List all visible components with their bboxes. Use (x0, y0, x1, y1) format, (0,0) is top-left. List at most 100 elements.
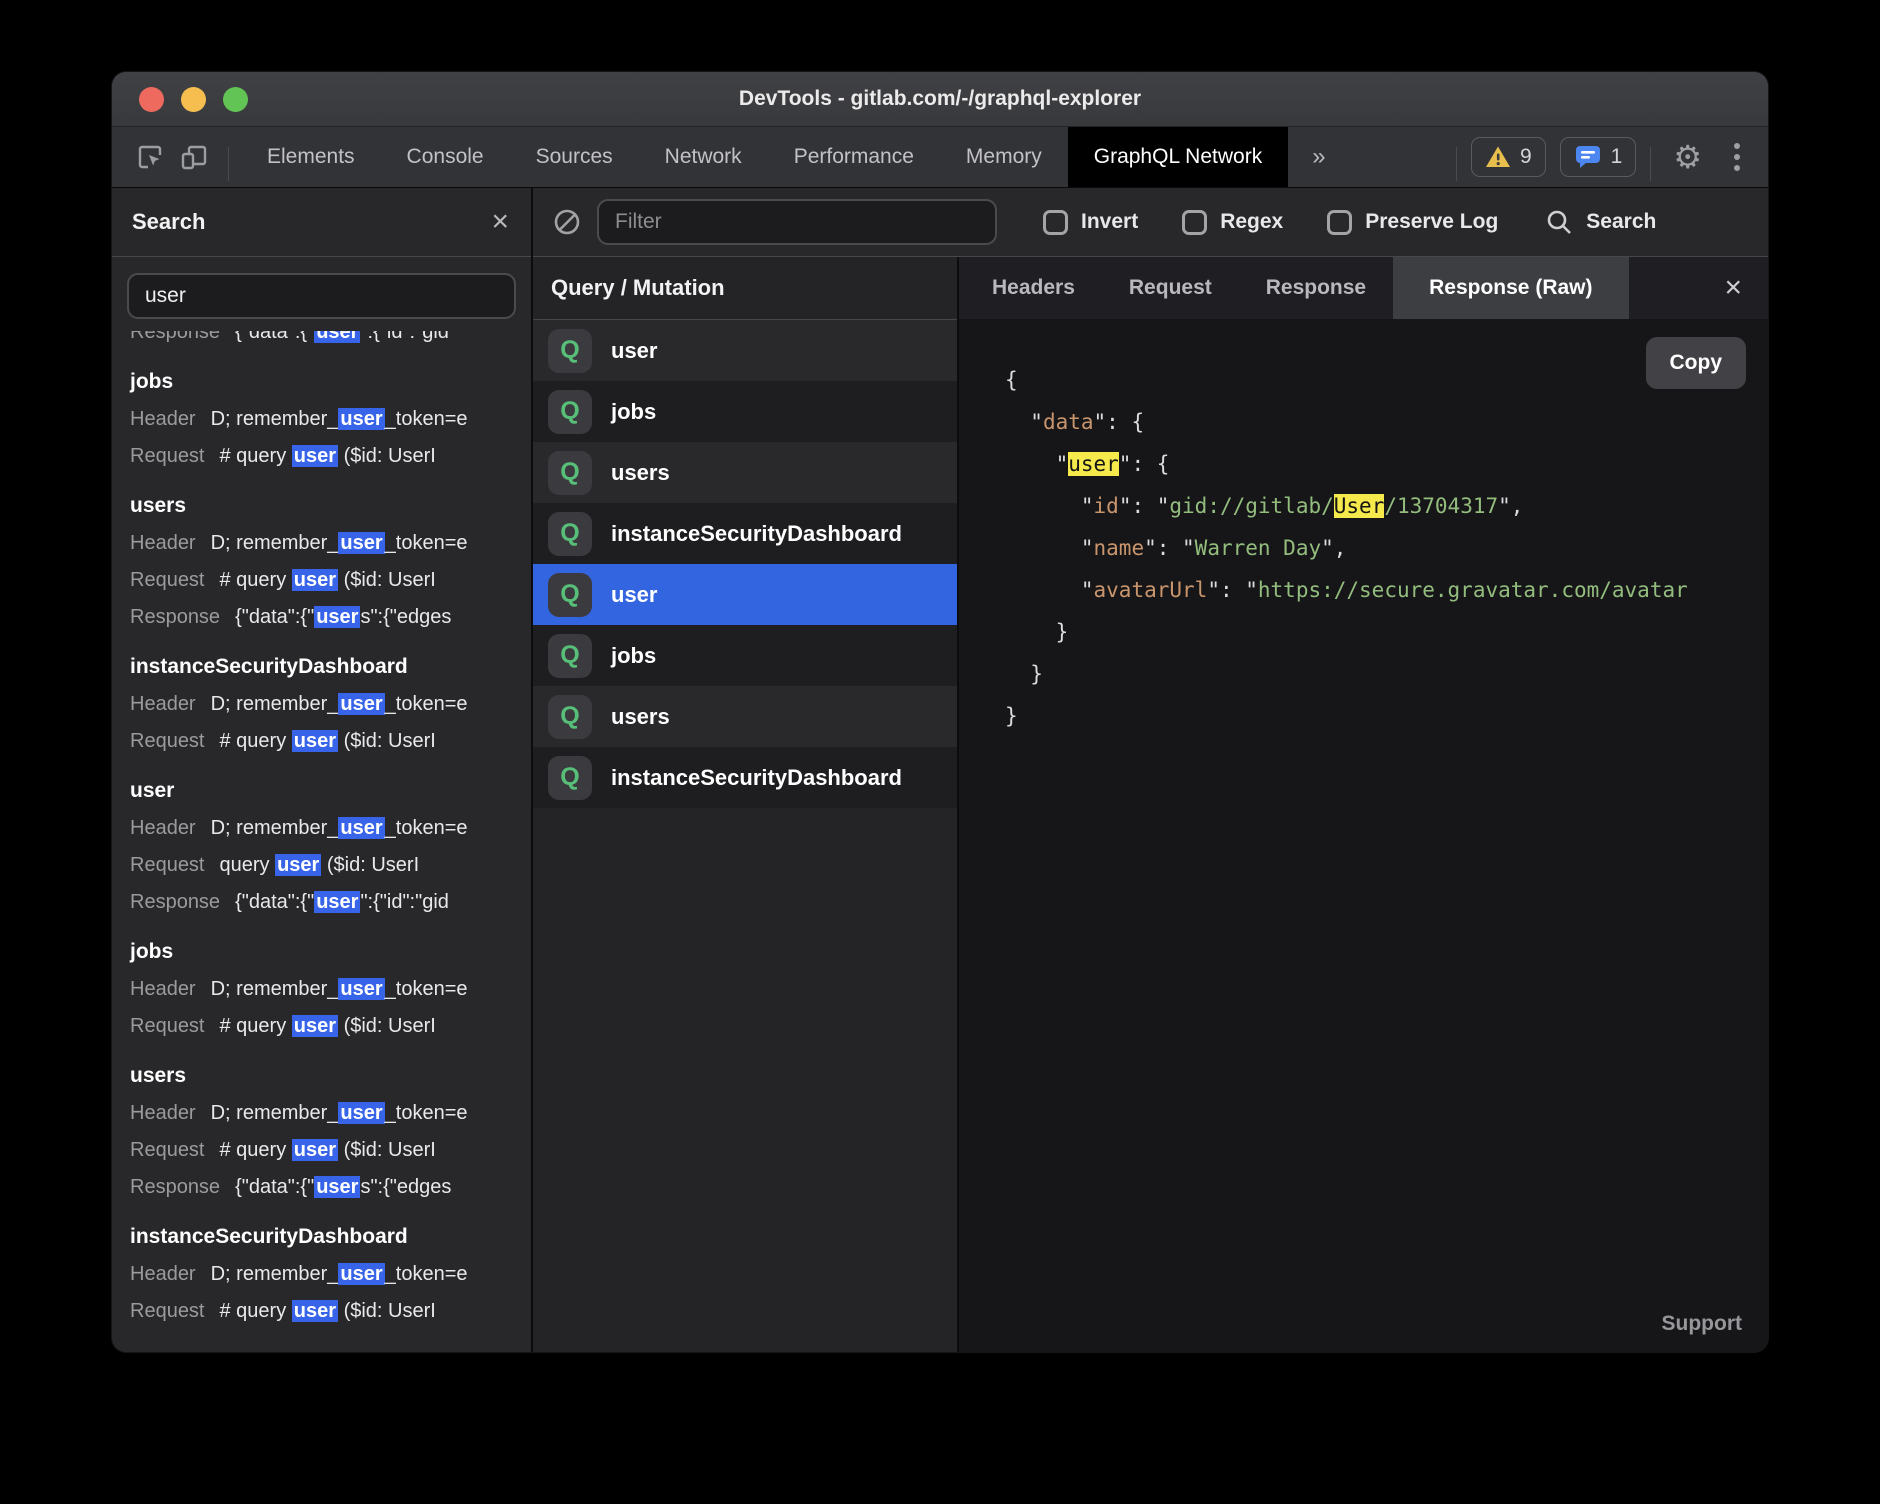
search-result-row[interactable]: HeaderD; remember_user_token=e (130, 525, 513, 562)
invert-checkbox[interactable]: Invert (1043, 210, 1138, 235)
query-list-item-users[interactable]: Qusers (533, 686, 957, 747)
response-raw-content: { "data": { "user": { "id": "gid://gitla… (959, 319, 1768, 1352)
query-list-item-instancesecuritydashboard[interactable]: QinstanceSecurityDashboard (533, 747, 957, 808)
detail-tab-response[interactable]: Response (1239, 257, 1393, 319)
search-result-group-title[interactable]: instanceSecurityDashboard (130, 1218, 513, 1256)
device-toolbar-icon[interactable] (172, 135, 216, 179)
json-token: } (1005, 620, 1068, 644)
close-detail-icon[interactable]: × (1698, 257, 1768, 319)
preserve-log-checkbox[interactable]: Preserve Log (1327, 210, 1498, 235)
search-result-row[interactable]: HeaderD; remember_user_token=e (130, 810, 513, 847)
warnings-badge[interactable]: 9 (1471, 137, 1546, 177)
search-result-row[interactable]: Response{"data":{"user":{"id":"gid (130, 331, 513, 351)
search-result-row[interactable]: HeaderD; remember_user_token=e (130, 1095, 513, 1132)
search-match-highlight: user (292, 730, 338, 752)
result-row-label: Response (130, 884, 220, 921)
result-row-text: D; remember_user_token=e (211, 1095, 468, 1132)
query-list-item-users[interactable]: Qusers (533, 442, 957, 503)
search-result-row[interactable]: Request# query user ($id: UserI (130, 1008, 513, 1045)
detail-tab-headers[interactable]: Headers (965, 257, 1102, 319)
search-match-highlight: user (292, 1139, 338, 1161)
search-result-group-title[interactable]: jobs (130, 363, 513, 401)
result-row-label: Response (130, 1169, 220, 1206)
detail-tab-request[interactable]: Request (1102, 257, 1239, 319)
result-row-label: Response (130, 599, 220, 636)
result-row-text: # query user ($id: UserI (220, 1008, 436, 1045)
toolbar-divider (228, 147, 229, 181)
json-token: gid://gitlab/ (1169, 494, 1333, 518)
search-input[interactable] (127, 273, 516, 319)
support-link[interactable]: Support (1662, 1312, 1742, 1336)
search-result-row[interactable]: Request# query user ($id: UserI (130, 562, 513, 599)
devtools-toolbar: ElementsConsoleSourcesNetworkPerformance… (112, 127, 1768, 188)
query-list-item-user[interactable]: Quser (533, 564, 957, 625)
json-token: /13704317 (1384, 494, 1498, 518)
response-tabs: HeadersRequestResponseResponse (Raw) (965, 257, 1629, 319)
title-bar: DevTools - gitlab.com/-/graphql-explorer (112, 72, 1768, 127)
detail-tab-response-raw[interactable]: Response (Raw) (1393, 257, 1628, 319)
json-token: " (1005, 410, 1043, 434)
regex-checkbox[interactable]: Regex (1182, 210, 1283, 235)
json-token: ": " (1207, 578, 1258, 602)
json-token: ": { (1094, 410, 1145, 434)
json-line: } (1005, 653, 1768, 695)
settings-gear-icon[interactable]: ⚙ (1665, 141, 1710, 173)
search-result-group-title[interactable]: jobs (130, 933, 513, 971)
result-text-segment: _token=e (385, 817, 468, 839)
result-text-segment: D; remember_ (211, 532, 339, 554)
search-match-highlight: user (314, 891, 360, 913)
result-text-segment: {"data":{" (235, 1176, 314, 1198)
more-tabs-chevron-icon[interactable]: » (1288, 127, 1349, 187)
search-result-group-title[interactable]: user (130, 772, 513, 810)
result-row-label: Header (130, 971, 196, 1008)
filter-input[interactable] (597, 199, 997, 245)
query-list-item-instancesecuritydashboard[interactable]: QinstanceSecurityDashboard (533, 503, 957, 564)
search-result-row[interactable]: Request# query user ($id: UserI (130, 438, 513, 475)
query-item-label: users (611, 460, 670, 486)
result-text-segment: {"data":{" (235, 606, 314, 628)
search-result-group-title[interactable]: instanceSecurityDashboard (130, 648, 513, 686)
result-row-text: D; remember_user_token=e (211, 971, 468, 1008)
close-search-panel-icon[interactable]: × (491, 207, 531, 237)
query-list-item-jobs[interactable]: Qjobs (533, 625, 957, 686)
json-line: "user": { (1005, 443, 1768, 485)
tab-graphql-network[interactable]: GraphQL Network (1068, 127, 1288, 187)
search-result-row[interactable]: Response{"data":{"users":{"edges (130, 1169, 513, 1206)
tab-memory[interactable]: Memory (940, 127, 1068, 187)
clear-block-icon[interactable] (551, 206, 583, 238)
copy-button[interactable]: Copy (1646, 337, 1747, 389)
warning-icon (1485, 145, 1511, 169)
tab-performance[interactable]: Performance (768, 127, 940, 187)
result-row-label: Header (130, 1256, 196, 1293)
tab-console[interactable]: Console (381, 127, 510, 187)
search-result-row[interactable]: HeaderD; remember_user_token=e (130, 1256, 513, 1293)
search-result-group-title[interactable]: users (130, 487, 513, 525)
result-text-segment: # query (220, 730, 292, 752)
search-result-row[interactable]: HeaderD; remember_user_token=e (130, 401, 513, 438)
window-title: DevTools - gitlab.com/-/graphql-explorer (112, 87, 1768, 111)
tab-network[interactable]: Network (639, 127, 768, 187)
search-result-row[interactable]: Requestquery user ($id: UserI (130, 847, 513, 884)
search-result-row[interactable]: Header D; remember_user_token=e (130, 971, 513, 1008)
search-match-highlight: user (338, 1263, 384, 1285)
search-result-group-title[interactable]: users (130, 1057, 513, 1095)
search-result-row[interactable]: Response{"data":{"users":{"edges (130, 599, 513, 636)
search-results-list: Response{"data":{"user":{"id":"gidjobsHe… (112, 331, 531, 1352)
search-control-label[interactable]: Search (1586, 210, 1656, 234)
tab-sources[interactable]: Sources (510, 127, 639, 187)
inspect-element-icon[interactable] (128, 135, 172, 179)
search-result-row[interactable]: Request# query user ($id: UserI (130, 723, 513, 760)
search-result-row[interactable]: HeaderD; remember_user_token=e (130, 686, 513, 723)
toolbar-divider (1456, 147, 1457, 181)
more-options-icon[interactable] (1724, 143, 1750, 171)
query-list-item-user[interactable]: Quser (533, 320, 957, 381)
json-token: Warren Day (1195, 536, 1321, 560)
search-result-row[interactable]: Response{"data":{"user":{"id":"gid (130, 884, 513, 921)
tab-elements[interactable]: Elements (241, 127, 381, 187)
search-icon[interactable] (1544, 207, 1574, 237)
search-result-row[interactable]: Request# query user ($id: UserI (130, 1132, 513, 1169)
search-result-row[interactable]: Request# query user ($id: UserI (130, 1293, 513, 1330)
query-list-item-jobs[interactable]: Qjobs (533, 381, 957, 442)
query-item-label: user (611, 338, 657, 364)
issues-badge[interactable]: 1 (1560, 137, 1637, 177)
